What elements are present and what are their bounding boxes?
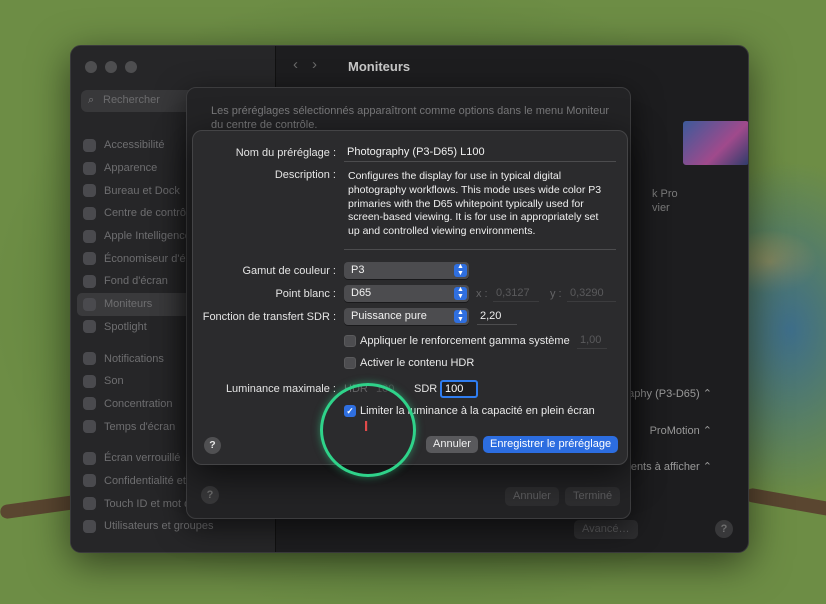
chevron-updown-icon: ▲ ▼ bbox=[454, 309, 467, 323]
minimize-window-button[interactable] bbox=[105, 61, 117, 73]
help-button-window[interactable]: ? bbox=[715, 520, 733, 538]
hdr-content-label: Activer le contenu HDR bbox=[360, 357, 475, 369]
sdr-transfer-value: Puissance pure bbox=[351, 310, 427, 322]
sidebar-item-label: Comptes Internet bbox=[104, 552, 188, 553]
sidebar-item-label: Fond d'écran bbox=[104, 275, 168, 288]
presets-done-button[interactable]: Terminé bbox=[565, 487, 621, 506]
sidebar-item-label: Écran verrouillé bbox=[104, 452, 181, 465]
back-forward-arrows[interactable]: ‹› bbox=[293, 56, 331, 73]
chevron-updown-icon: ▲ ▼ bbox=[454, 263, 467, 277]
sidebar-item-icon bbox=[83, 184, 96, 198]
show-items-popup[interactable]: nents à afficher ⌃ bbox=[625, 460, 712, 473]
monitor-name-line1: k Pro bbox=[652, 188, 678, 200]
sidebar-item-icon bbox=[83, 474, 96, 488]
sidebar-item-label: Moniteurs bbox=[104, 298, 153, 311]
show-items-value: nents à afficher bbox=[624, 461, 700, 473]
sidebar-item-label: Notifications bbox=[104, 352, 164, 365]
sidebar-item-icon bbox=[83, 274, 96, 288]
search-icon: ⌕ bbox=[88, 94, 95, 106]
external-monitor-thumbnail[interactable] bbox=[683, 121, 748, 165]
cancel-button[interactable]: Annuler bbox=[426, 436, 478, 453]
hdr-content-checkbox[interactable] bbox=[344, 357, 356, 369]
chevron-updown-icon: ⌃ bbox=[702, 461, 712, 473]
window-controls bbox=[85, 61, 137, 73]
sidebar-item-icon bbox=[83, 229, 96, 243]
gamma-value-field[interactable]: 2,20 bbox=[477, 310, 517, 325]
presets-cancel-button[interactable]: Annuler bbox=[505, 487, 559, 506]
sidebar-item[interactable]: Comptes Internet bbox=[83, 547, 263, 553]
chevron-updown-icon: ▲ ▼ bbox=[454, 286, 467, 300]
preset-name-label: Nom du préréglage : bbox=[235, 147, 336, 159]
zoom-window-button[interactable] bbox=[125, 61, 137, 73]
close-window-button[interactable] bbox=[85, 61, 97, 73]
sidebar-item-icon bbox=[83, 297, 96, 311]
max-luminance-label: Luminance maximale : bbox=[225, 383, 336, 395]
sidebar-item-label: Concentration bbox=[104, 397, 173, 410]
sidebar-item-icon bbox=[83, 138, 96, 152]
sidebar-item-label: Spotlight bbox=[104, 320, 147, 333]
white-point-popup[interactable]: D65 ▲ ▼ bbox=[344, 285, 469, 302]
refresh-rate-value: ProMotion bbox=[649, 425, 700, 437]
description-label: Description : bbox=[274, 169, 336, 181]
sidebar-item-label: Temps d'écran bbox=[104, 420, 176, 433]
sidebar-item-icon bbox=[83, 320, 96, 334]
sidebar-item-icon bbox=[83, 206, 96, 220]
white-point-value: D65 bbox=[351, 287, 372, 299]
sdr-transfer-label: Fonction de transfert SDR : bbox=[202, 311, 336, 323]
monitor-name-line2: vier bbox=[652, 202, 670, 214]
sidebar-item-icon bbox=[83, 519, 96, 533]
description-field[interactable]: Configures the display for use in typica… bbox=[344, 168, 616, 250]
sidebar-item-icon bbox=[83, 374, 96, 388]
sidebar-item-label: Centre de contrôle bbox=[104, 207, 195, 220]
preset-popup-value: aphy (P3-D65) bbox=[628, 388, 700, 400]
chevron-updown-icon: ⌃ bbox=[702, 425, 712, 437]
sidebar-item-icon bbox=[83, 252, 96, 266]
sidebar-item-label: Accessibilité bbox=[104, 139, 165, 152]
background-branch-left bbox=[0, 494, 81, 520]
sidebar-item-label: Apple Intelligence bbox=[104, 230, 191, 243]
white-point-x-label: x : bbox=[476, 288, 488, 300]
text-cursor-icon: I bbox=[364, 418, 369, 435]
refresh-rate-popup[interactable]: ProMotion ⌃ bbox=[650, 424, 712, 437]
white-point-y-field[interactable]: 0,3290 bbox=[567, 287, 616, 302]
sidebar-item-icon bbox=[83, 161, 96, 175]
preset-name-field[interactable]: Photography (P3-D65) L100 bbox=[344, 146, 616, 162]
help-button-presets[interactable]: ? bbox=[201, 486, 219, 504]
sidebar-item-label: Bureau et Dock bbox=[104, 184, 180, 197]
window-title: Moniteurs bbox=[348, 59, 411, 74]
sidebar-item-icon bbox=[83, 551, 96, 552]
sidebar-item-icon bbox=[83, 397, 96, 411]
color-gamut-label: Gamut de couleur : bbox=[242, 265, 336, 277]
help-button[interactable]: ? bbox=[204, 437, 221, 454]
color-gamut-popup[interactable]: P3 ▲ ▼ bbox=[344, 262, 469, 279]
white-point-y-label: y : bbox=[550, 288, 562, 300]
sidebar-item-icon bbox=[83, 497, 96, 511]
color-gamut-value: P3 bbox=[351, 264, 365, 276]
gamma-boost-field[interactable]: 1,00 bbox=[577, 334, 607, 349]
gamma-boost-checkbox[interactable] bbox=[344, 335, 356, 347]
sidebar-item-icon bbox=[83, 451, 96, 465]
sidebar-item-icon bbox=[83, 420, 96, 434]
sidebar-item-label: Apparence bbox=[104, 162, 158, 175]
sidebar-item-label: Utilisateurs et groupes bbox=[104, 520, 214, 533]
advanced-button[interactable]: Avancé… bbox=[574, 520, 638, 539]
monitor-name-label: k Pro vier bbox=[652, 187, 678, 215]
chevron-updown-icon: ⌃ bbox=[702, 388, 712, 400]
sdr-transfer-popup[interactable]: Puissance pure ▲ ▼ bbox=[344, 308, 469, 325]
save-preset-button[interactable]: Enregistrer le préréglage bbox=[483, 436, 619, 453]
sidebar-item-label: Son bbox=[104, 375, 124, 388]
sdr-luminance-input[interactable]: 100 bbox=[440, 380, 478, 398]
sdr-luminance-label: SDR bbox=[414, 383, 438, 395]
gamma-boost-label: Appliquer le renforcement gamma système bbox=[360, 335, 570, 347]
white-point-label: Point blanc : bbox=[275, 288, 336, 300]
presets-intro-text: Les préréglages sélectionnés apparaîtron… bbox=[211, 105, 610, 131]
sidebar-search-placeholder: Rechercher bbox=[103, 94, 160, 106]
sidebar-item-icon bbox=[83, 352, 96, 366]
background-branch-right bbox=[744, 487, 826, 517]
white-point-x-field[interactable]: 0,3127 bbox=[493, 287, 539, 302]
preset-popup-right[interactable]: aphy (P3-D65) ⌃ bbox=[628, 387, 712, 400]
